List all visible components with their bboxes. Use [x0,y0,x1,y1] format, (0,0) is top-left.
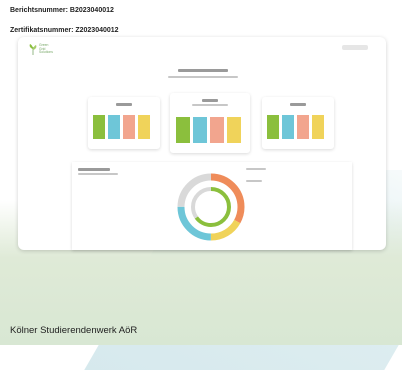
kpi-panel-3 [262,97,334,149]
bar-yellow [138,115,150,139]
bar-yellow [227,117,241,143]
kpi-panel-1 [88,97,160,149]
panel-subtitle-placeholder [192,104,228,106]
logo-text: Green Grid Solutions [39,43,53,55]
bar-salmon [123,115,135,139]
legend-placeholder [246,168,266,170]
panel-subtitle-placeholder [78,173,118,175]
report-number: Berichtsnummer: B2023040012 [10,7,114,14]
bar-salmon [297,115,309,139]
bar-salmon [210,117,224,143]
bar-green [176,117,190,143]
header-placeholder [342,45,368,50]
bar-yellow [312,115,324,139]
leaf-icon [29,44,37,55]
bar-blue [282,115,294,139]
bar-green [267,115,279,139]
panel-title-placeholder [290,103,306,106]
bar-blue [108,115,120,139]
bar-green [93,115,105,139]
dashboard-mockup: Green Grid Solutions [18,37,386,250]
panel-title-placeholder [78,168,110,171]
subtitle-placeholder [168,76,238,78]
donut-panel [72,162,352,250]
panel-title-placeholder [202,99,218,102]
panel-title-placeholder [116,103,132,106]
company-logo: Green Grid Solutions [28,43,68,59]
organization-name: Kölner Studierendenwerk AöR [10,325,138,336]
certificate-number: Zertifikatsnummer: Z2023040012 [10,27,119,34]
donut-chart [177,173,245,241]
bar-blue [193,117,207,143]
kpi-panel-2 [170,93,250,153]
title-placeholder [178,69,228,72]
legend-placeholder [246,180,262,182]
